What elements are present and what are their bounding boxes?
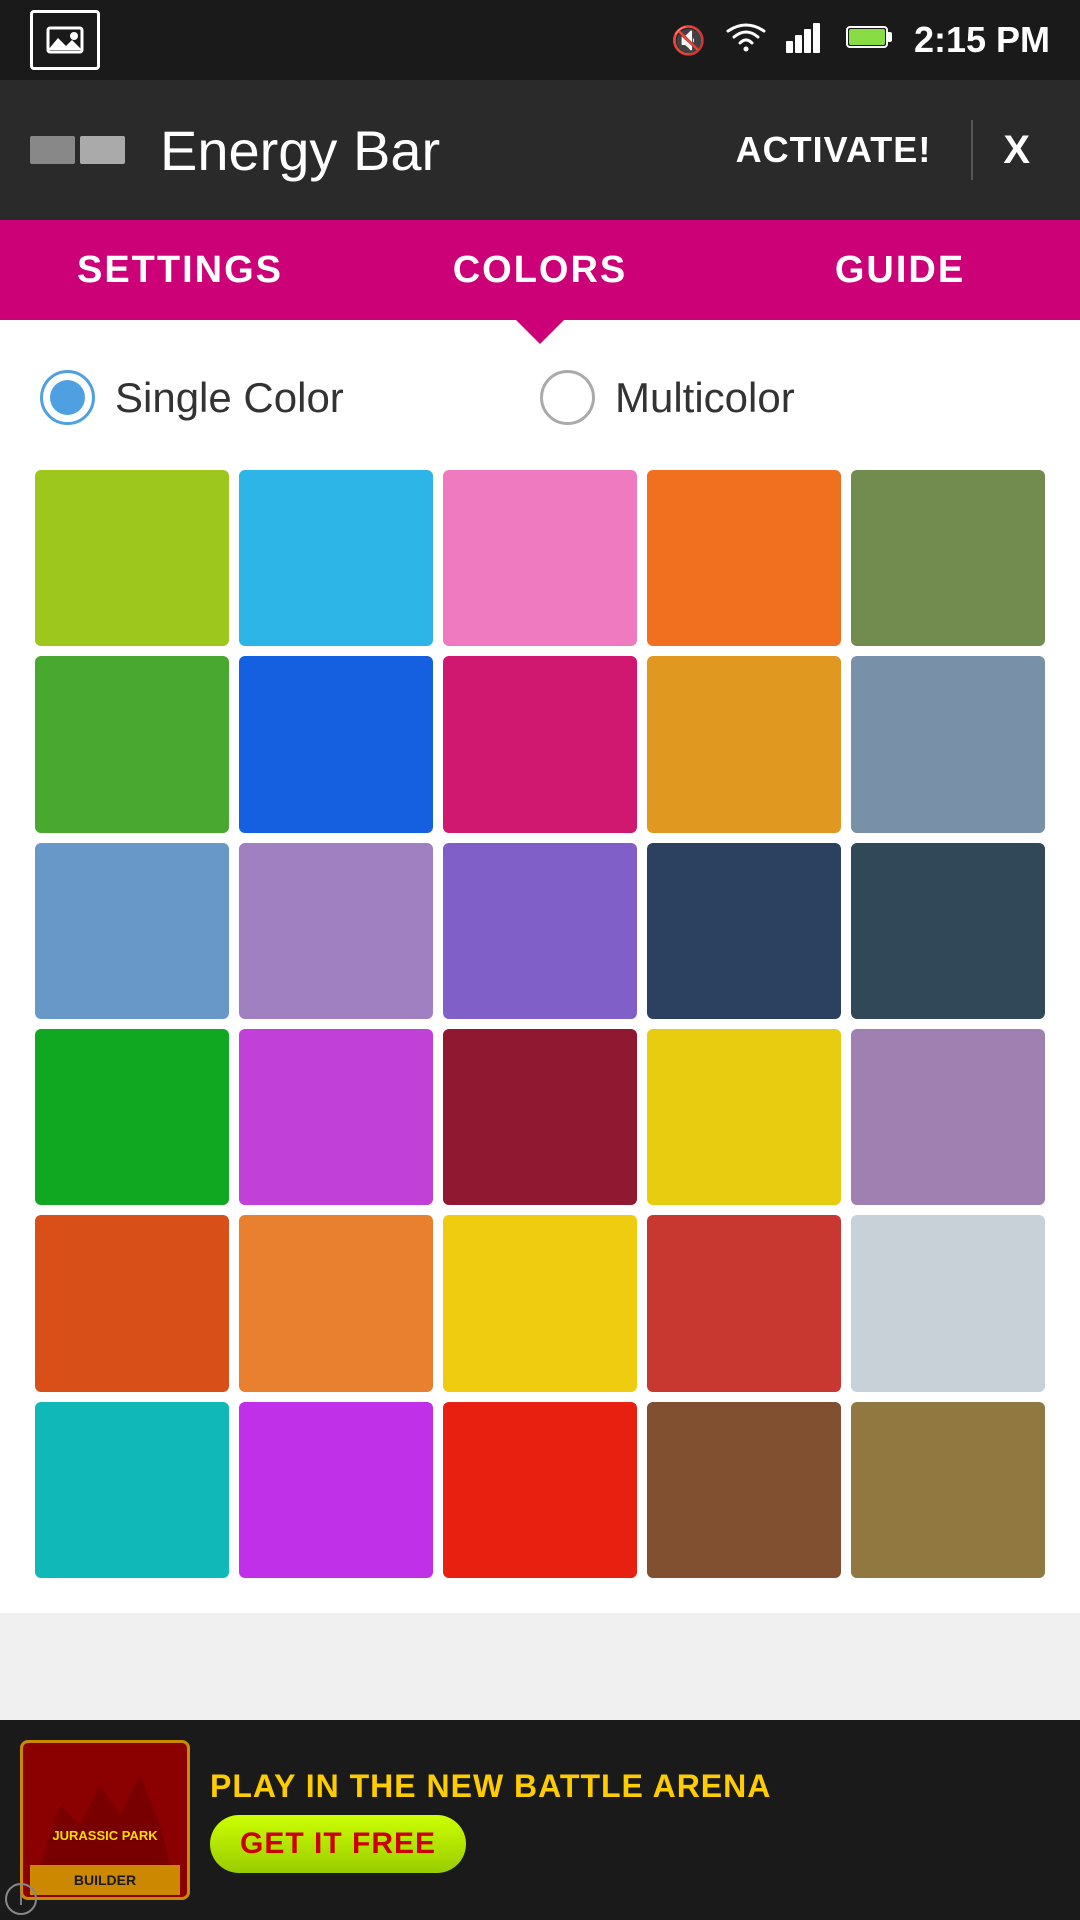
color-swatch-11[interactable] xyxy=(239,843,433,1019)
ad-text-main: PLAY IN THE NEW BATTLE ARENA xyxy=(210,1768,1060,1805)
ad-logo: JURASSIC PARK BUILDER xyxy=(20,1740,190,1900)
color-swatch-14[interactable] xyxy=(851,843,1045,1019)
tab-settings[interactable]: SETTINGS xyxy=(0,220,360,320)
app-title: Energy Bar xyxy=(160,118,706,183)
color-swatch-10[interactable] xyxy=(35,843,229,1019)
signal-icon xyxy=(786,21,826,60)
content-area: Single Color Multicolor xyxy=(0,320,1080,1613)
color-swatch-15[interactable] xyxy=(35,1029,229,1205)
close-button[interactable]: X xyxy=(983,128,1050,173)
color-swatch-17[interactable] xyxy=(443,1029,637,1205)
color-swatch-27[interactable] xyxy=(443,1402,637,1578)
status-bar: 🔇 2:15 PM xyxy=(0,0,1080,80)
color-swatch-6[interactable] xyxy=(239,656,433,832)
color-swatch-1[interactable] xyxy=(239,470,433,646)
multicolor-radio[interactable] xyxy=(540,370,595,425)
status-time: 2:15 PM xyxy=(914,19,1050,61)
ad-get-free-button[interactable]: GET IT FREE xyxy=(210,1815,466,1873)
color-swatch-0[interactable] xyxy=(35,470,229,646)
single-color-radio[interactable] xyxy=(40,370,95,425)
single-color-option[interactable]: Single Color xyxy=(40,370,540,425)
color-swatch-2[interactable] xyxy=(443,470,637,646)
color-swatch-26[interactable] xyxy=(239,1402,433,1578)
color-swatch-22[interactable] xyxy=(443,1215,637,1391)
color-swatch-24[interactable] xyxy=(851,1215,1045,1391)
color-swatch-29[interactable] xyxy=(851,1402,1045,1578)
color-swatch-8[interactable] xyxy=(647,656,841,832)
color-swatch-28[interactable] xyxy=(647,1402,841,1578)
color-swatch-16[interactable] xyxy=(239,1029,433,1205)
radio-row: Single Color Multicolor xyxy=(30,350,1050,445)
gallery-icon xyxy=(30,10,100,70)
color-swatch-25[interactable] xyxy=(35,1402,229,1578)
radio-inner-fill xyxy=(50,380,85,415)
color-grid xyxy=(30,465,1050,1583)
color-swatch-20[interactable] xyxy=(35,1215,229,1391)
color-swatch-5[interactable] xyxy=(35,656,229,832)
color-swatch-13[interactable] xyxy=(647,843,841,1019)
tab-bar: SETTINGS COLORS GUIDE xyxy=(0,220,1080,320)
multicolor-option[interactable]: Multicolor xyxy=(540,370,1040,425)
activate-button[interactable]: ACTIVATE! xyxy=(706,129,962,171)
color-swatch-18[interactable] xyxy=(647,1029,841,1205)
tab-guide[interactable]: GUIDE xyxy=(720,220,1080,320)
multicolor-label: Multicolor xyxy=(615,374,795,422)
battery-indicator xyxy=(30,136,130,164)
ad-battle-text: BATTLE ARENA xyxy=(514,1768,771,1804)
color-swatch-4[interactable] xyxy=(851,470,1045,646)
svg-text:JURASSIC PARK: JURASSIC PARK xyxy=(52,1828,158,1843)
info-icon[interactable]: i xyxy=(5,1883,37,1915)
battery-seg-2 xyxy=(80,136,125,164)
color-swatch-12[interactable] xyxy=(443,843,637,1019)
tab-active-indicator xyxy=(512,316,568,344)
ad-play-text: PLAY IN THE NEW xyxy=(210,1768,514,1804)
single-color-label: Single Color xyxy=(115,374,344,422)
ad-text-area: PLAY IN THE NEW BATTLE ARENA GET IT FREE xyxy=(210,1768,1060,1873)
ad-banner: JURASSIC PARK BUILDER PLAY IN THE NEW BA… xyxy=(0,1720,1080,1920)
battery-icon xyxy=(846,23,894,58)
color-swatch-9[interactable] xyxy=(851,656,1045,832)
title-bar: Energy Bar ACTIVATE! X xyxy=(0,80,1080,220)
svg-text:BUILDER: BUILDER xyxy=(74,1872,136,1888)
tab-colors[interactable]: COLORS xyxy=(360,220,720,320)
battery-seg-1 xyxy=(30,136,75,164)
wifi-icon xyxy=(726,21,766,60)
color-swatch-19[interactable] xyxy=(851,1029,1045,1205)
color-swatch-3[interactable] xyxy=(647,470,841,646)
mute-icon: 🔇 xyxy=(671,24,706,57)
color-swatch-7[interactable] xyxy=(443,656,637,832)
color-swatch-23[interactable] xyxy=(647,1215,841,1391)
color-swatch-21[interactable] xyxy=(239,1215,433,1391)
title-divider xyxy=(971,120,973,180)
